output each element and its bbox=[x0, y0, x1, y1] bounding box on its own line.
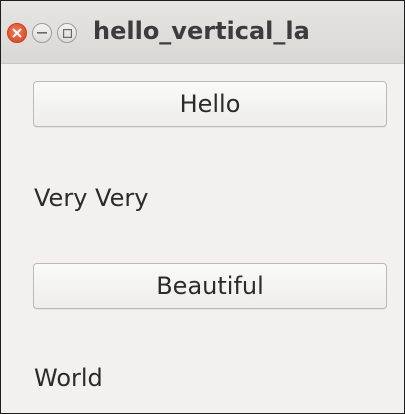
vertical-layout: Hello Very Very Beautiful World bbox=[1, 64, 404, 413]
maximize-icon bbox=[63, 29, 72, 38]
minimize-icon bbox=[37, 32, 47, 34]
app-window: hello_vertical_la Hello Very Very Beauti… bbox=[0, 0, 405, 414]
close-window-button[interactable] bbox=[7, 23, 27, 43]
title-bar[interactable]: hello_vertical_la bbox=[1, 1, 404, 64]
close-icon bbox=[12, 28, 22, 38]
window-title: hello_vertical_la bbox=[93, 17, 310, 45]
very-very-label: Very Very bbox=[34, 184, 149, 212]
maximize-window-button[interactable] bbox=[57, 23, 77, 43]
world-label: World bbox=[34, 364, 103, 392]
hello-button[interactable]: Hello bbox=[33, 81, 387, 127]
minimize-window-button[interactable] bbox=[32, 23, 52, 43]
beautiful-button[interactable]: Beautiful bbox=[33, 263, 387, 309]
